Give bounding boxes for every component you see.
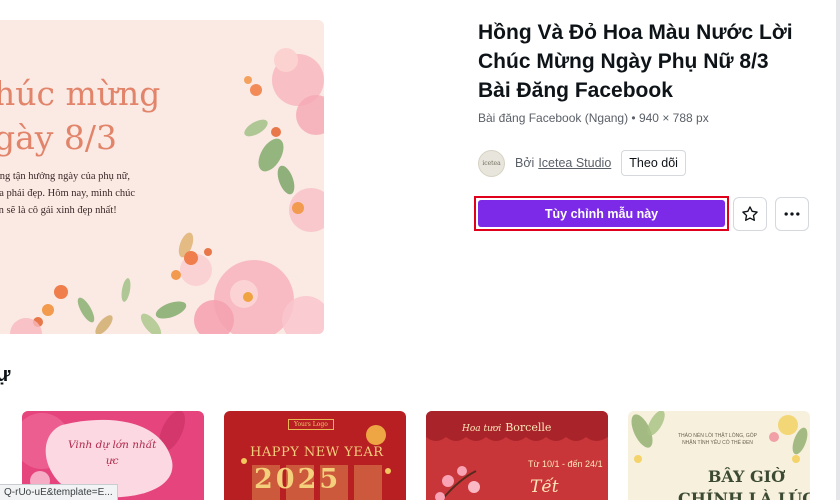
card-heading-line: CHÍNH LÀ LÚC: [678, 489, 810, 500]
card-subtext: THÁO NÉN LÒI THẬT LÒNG, GÓP NHẬN TÍNH YÊ…: [678, 433, 757, 447]
card-caption-line: ực: [105, 455, 119, 467]
preview-body-line: ủa phái đẹp. Hôm nay, mình chúc: [0, 188, 136, 199]
preview-heading: húc mừng gày 8/3: [0, 72, 160, 160]
follow-button[interactable]: Theo dõi: [621, 150, 686, 176]
related-template-card[interactable]: THÁO NÉN LÒI THẬT LÒNG, GÓP NHẬN TÍNH YÊ…: [628, 411, 810, 500]
link-url-status: Q-rUo-uE&template=E...: [0, 484, 118, 500]
card-caption: Vinh dự lớn nhất ực: [68, 437, 156, 469]
card-caption-line: Vinh dự lớn nhất: [68, 439, 157, 451]
card-brand-prefix: Hoa tươi: [462, 424, 502, 434]
avatar-logo-text: icetea: [482, 159, 501, 167]
preview-body-line: ạn sẽ là cô gái xinh đẹp nhất!: [0, 205, 117, 216]
preview-body-line: ững tận hưởng ngày của phụ nữ,: [0, 171, 131, 182]
author-avatar[interactable]: icetea: [478, 149, 505, 177]
author-row: icetea Bởi Icetea Studio Theo dõi: [478, 148, 686, 178]
star-icon: [742, 206, 758, 221]
template-title: Hồng Và Đỏ Hoa Màu Nước Lời Chúc Mừng Ng…: [478, 18, 823, 105]
card-heading-line: BÂY GIỜ: [707, 467, 786, 486]
more-options-button[interactable]: [775, 197, 809, 231]
highlight-box: Tùy chỉnh mẫu này: [474, 196, 729, 231]
preview-heading-line: gày 8/3: [0, 118, 118, 157]
author-link[interactable]: Icetea Studio: [538, 156, 611, 170]
preview-body-text: ững tận hưởng ngày của phụ nữ, ủa phái đ…: [0, 168, 174, 219]
card-heading: BÂY GIỜ CHÍNH LÀ LÚC: [678, 466, 810, 500]
related-template-card[interactable]: Hoa tươi Borcelle Từ 10/1 - đến 24/1 Tết: [426, 411, 608, 500]
card-logo-text: Yours Logo: [288, 419, 334, 430]
card-year: 2025: [254, 464, 342, 495]
scrollbar-edge[interactable]: [836, 0, 840, 500]
template-meta: Bài đăng Facebook (Ngang) • 940 × 788 px: [478, 111, 709, 125]
card-brand-name: Borcelle: [505, 421, 552, 434]
favorite-button[interactable]: [733, 197, 767, 231]
preview-heading-line: húc mừng: [0, 74, 161, 113]
card-subtext-line: THÁO NÉN LÒI THẬT LÒNG, GÓP: [678, 433, 757, 439]
related-section-heading: ự: [0, 364, 11, 386]
customize-template-button[interactable]: Tùy chỉnh mẫu này: [478, 200, 725, 227]
by-label: Bởi: [515, 156, 535, 170]
template-title-line: Chúc Mừng Ngày Phụ Nữ 8/3: [478, 50, 769, 73]
related-template-card[interactable]: Yours Logo HAPPY NEW YEAR 2025: [224, 411, 406, 500]
card-subtext-line: NHẬN TÍNH YÊU CÓ THỂ ĐEN: [682, 440, 753, 446]
card-heading: Tết: [530, 477, 559, 497]
more-horizontal-icon: [784, 212, 800, 216]
card-heading: HAPPY NEW YEAR: [250, 445, 384, 460]
card-brand: Hoa tươi Borcelle: [462, 421, 551, 434]
template-title-line: Bài Đăng Facebook: [478, 79, 673, 102]
template-detail-page: húc mừng gày 8/3 ững tận hưởng ngày của …: [0, 0, 840, 500]
template-preview[interactable]: húc mừng gày 8/3 ững tận hưởng ngày của …: [0, 20, 324, 334]
template-title-line: Hồng Và Đỏ Hoa Màu Nước Lời: [478, 21, 793, 44]
card-date: Từ 10/1 - đến 24/1: [528, 459, 603, 469]
